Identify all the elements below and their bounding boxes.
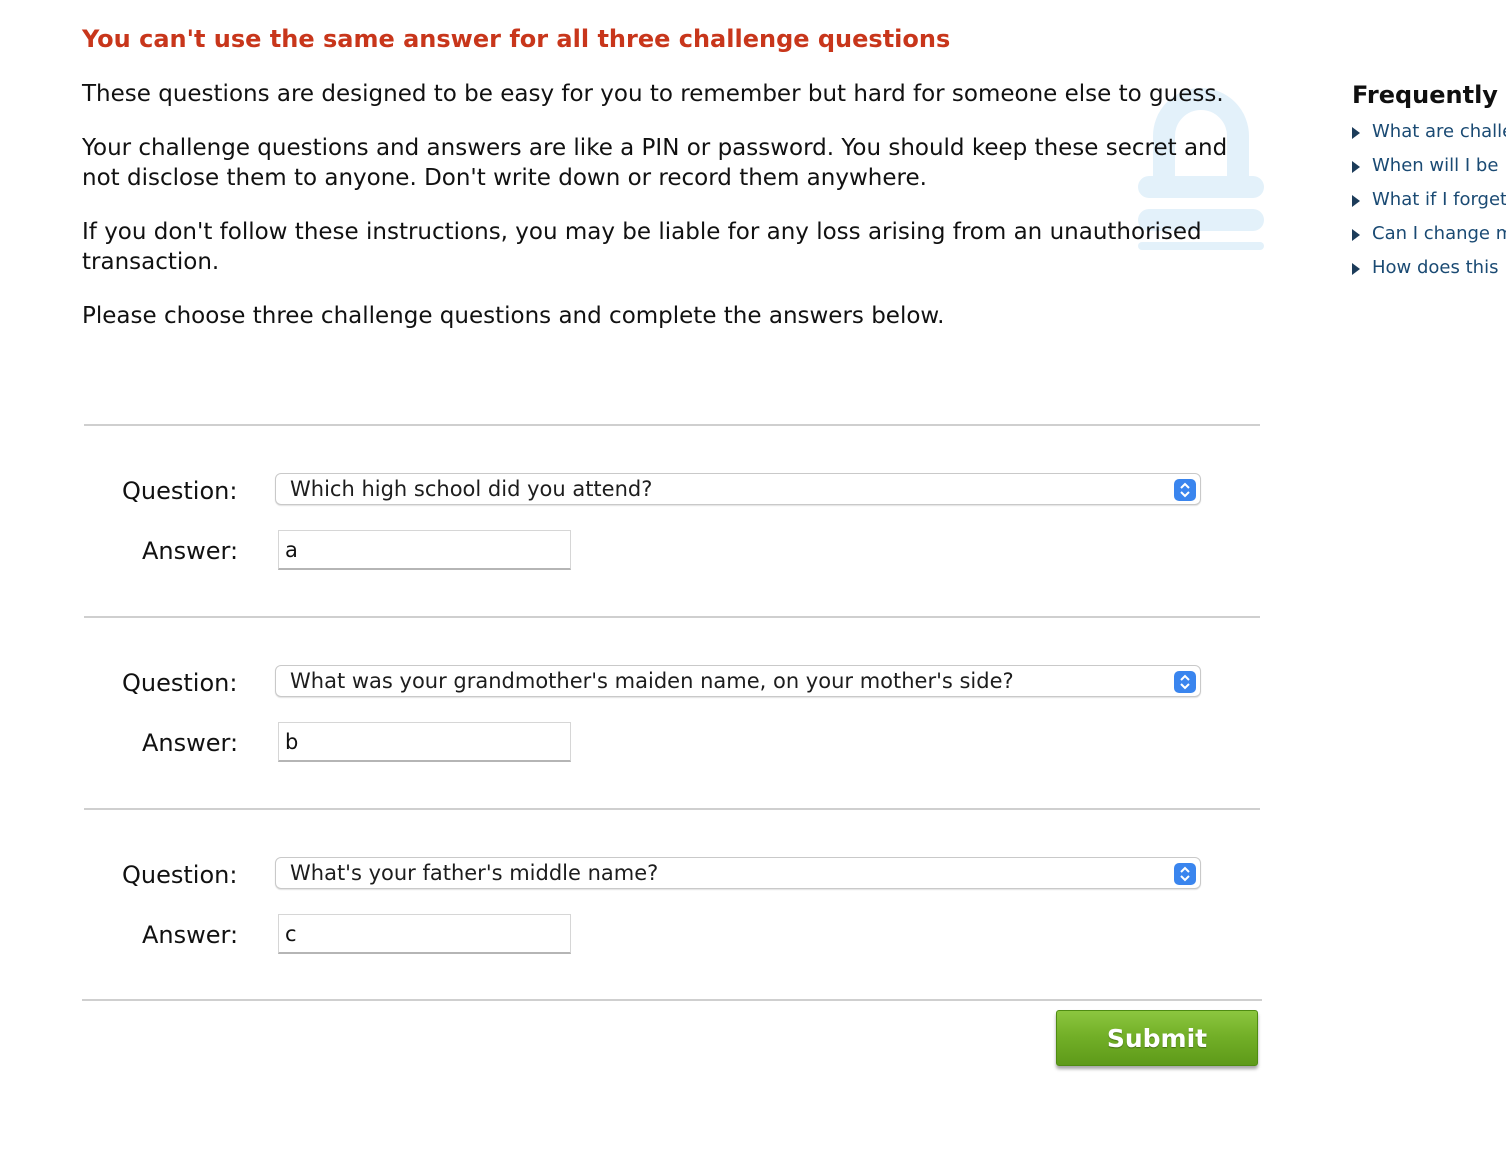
triangle-right-icon bbox=[1352, 229, 1360, 241]
answer-1-input[interactable] bbox=[278, 530, 571, 570]
faq-link-how-does-this[interactable]: How does this bbox=[1372, 258, 1498, 278]
faq-link-can-i-change[interactable]: Can I change m bbox=[1372, 224, 1506, 244]
chevron-up-down-icon bbox=[1174, 671, 1196, 693]
question-label: Question: bbox=[122, 861, 238, 889]
answer-label: Answer: bbox=[142, 537, 239, 565]
faq-item: How does this bbox=[1352, 258, 1506, 292]
answer-2-input[interactable] bbox=[278, 722, 571, 762]
error-message: You can't use the same answer for all th… bbox=[82, 25, 951, 53]
faq-link-what-if-i-forget[interactable]: What if I forget bbox=[1372, 190, 1506, 210]
triangle-right-icon bbox=[1352, 263, 1360, 275]
question-3-select[interactable]: What's your father's middle name? bbox=[275, 857, 1201, 889]
intro-paragraph: If you don't follow these instructions, … bbox=[82, 219, 1202, 275]
triangle-right-icon bbox=[1352, 127, 1360, 139]
challenge-questions-page: You can't use the same answer for all th… bbox=[0, 0, 1506, 1156]
divider bbox=[82, 999, 1262, 1001]
chevron-up-down-icon bbox=[1174, 479, 1196, 501]
question-1-selected-value: Which high school did you attend? bbox=[290, 477, 653, 501]
triangle-right-icon bbox=[1352, 161, 1360, 173]
intro-paragraph: Please choose three challenge questions … bbox=[82, 303, 945, 329]
faq-link-when-will-i-be[interactable]: When will I be bbox=[1372, 156, 1498, 176]
question-2-selected-value: What was your grandmother's maiden name,… bbox=[290, 669, 1014, 693]
intro-paragraph: These questions are designed to be easy … bbox=[82, 81, 1224, 107]
divider bbox=[84, 808, 1260, 810]
faq-title: Frequently bbox=[1352, 81, 1498, 109]
intro-text: These questions are designed to be easy … bbox=[82, 79, 1262, 331]
divider bbox=[84, 424, 1260, 426]
chevron-up-down-icon bbox=[1174, 863, 1196, 885]
answer-label: Answer: bbox=[142, 921, 239, 949]
faq-sidebar: Frequently What are challe When will I b… bbox=[1352, 78, 1506, 292]
faq-link-what-are-challenge[interactable]: What are challe bbox=[1372, 122, 1506, 142]
answer-label: Answer: bbox=[142, 729, 239, 757]
submit-button[interactable]: Submit bbox=[1056, 1010, 1258, 1066]
faq-item: When will I be bbox=[1352, 156, 1506, 190]
divider bbox=[84, 616, 1260, 618]
triangle-right-icon bbox=[1352, 195, 1360, 207]
question-2-select[interactable]: What was your grandmother's maiden name,… bbox=[275, 665, 1201, 697]
question-label: Question: bbox=[122, 477, 238, 505]
intro-paragraph: Your challenge questions and answers are… bbox=[82, 135, 1228, 191]
main-content: You can't use the same answer for all th… bbox=[82, 24, 1264, 331]
faq-item: What are challe bbox=[1352, 122, 1506, 156]
faq-item: Can I change m bbox=[1352, 224, 1506, 258]
question-1-select[interactable]: Which high school did you attend? bbox=[275, 473, 1201, 505]
faq-list: What are challe When will I be What if I… bbox=[1352, 122, 1506, 292]
question-3-selected-value: What's your father's middle name? bbox=[290, 861, 659, 885]
answer-3-input[interactable] bbox=[278, 914, 571, 954]
question-label: Question: bbox=[122, 669, 238, 697]
faq-item: What if I forget bbox=[1352, 190, 1506, 224]
